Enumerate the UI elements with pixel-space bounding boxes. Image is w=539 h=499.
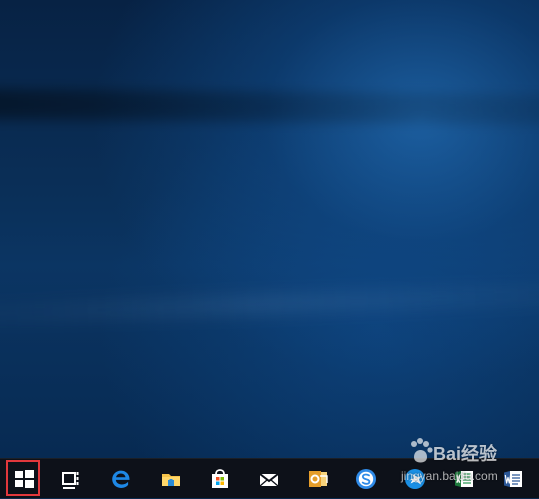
edge-icon [109, 467, 133, 491]
file-explorer-button[interactable] [147, 459, 195, 499]
windows-start-icon [12, 467, 36, 491]
edge-browser-button[interactable] [97, 459, 145, 499]
desktop-wallpaper [0, 0, 539, 458]
sogou-browser-button[interactable] [342, 459, 390, 499]
excel-icon [452, 467, 476, 491]
excel-button[interactable] [440, 459, 488, 499]
word-icon [501, 467, 525, 491]
outlook-button[interactable] [294, 459, 342, 499]
bird-app-icon [403, 467, 427, 491]
store-button[interactable] [196, 459, 244, 499]
bird-app-button[interactable] [391, 459, 439, 499]
taskbar [0, 458, 539, 498]
outlook-icon [306, 467, 330, 491]
start-button[interactable] [0, 459, 48, 499]
sogou-browser-icon [354, 467, 378, 491]
word-button[interactable] [489, 459, 537, 499]
task-view-icon [59, 467, 83, 491]
mail-button[interactable] [245, 459, 293, 499]
file-explorer-icon [159, 467, 183, 491]
mail-icon [257, 467, 281, 491]
task-view-button[interactable] [47, 459, 95, 499]
store-icon [208, 467, 232, 491]
